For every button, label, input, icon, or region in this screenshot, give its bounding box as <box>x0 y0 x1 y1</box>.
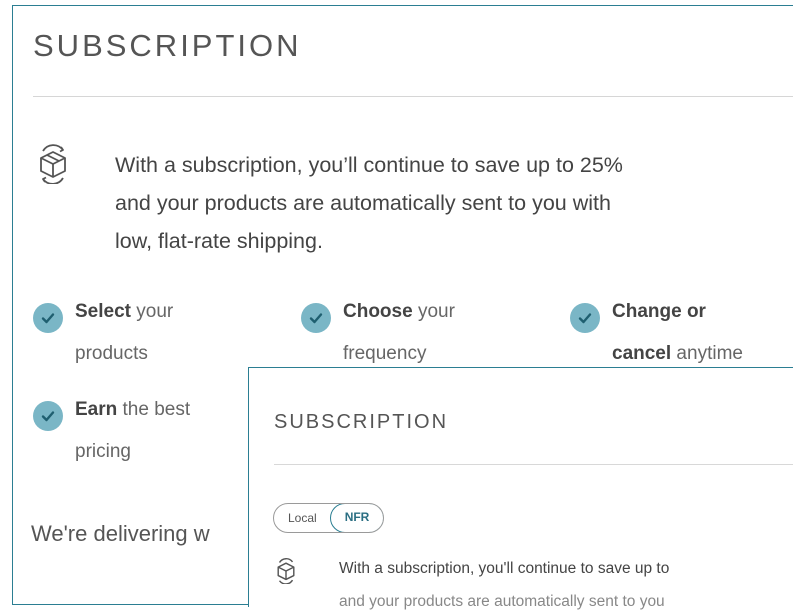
check-circle-icon <box>570 303 600 333</box>
intro-line: and your products are automatically sent… <box>115 191 611 215</box>
benefit-text: your <box>412 301 455 322</box>
intro-line: low, flat-rate shipping. <box>115 229 323 253</box>
intro-line: With a subscription, you’ll continue to … <box>115 153 623 177</box>
benefit-text: the best <box>117 399 191 420</box>
inset-intro-text: With a subscription, you'll continue to … <box>339 560 670 577</box>
inset-divider <box>274 464 793 465</box>
inset-title: SUBSCRIPTION <box>274 411 449 433</box>
local-nfr-toggle[interactable]: Local NFR <box>273 503 385 533</box>
benefit-choose-frequency: Choose your frequency <box>301 291 455 375</box>
delivering-text: We're delivering w <box>31 521 210 546</box>
benefit-text: products <box>75 343 148 364</box>
inset-intro-text-partial: and your products are automatically sent… <box>339 593 665 610</box>
toggle-option-local[interactable]: Local <box>274 504 331 532</box>
inset-subscription-panel: SUBSCRIPTION Local NFR With a subscripti… <box>248 367 793 610</box>
benefit-text: pricing <box>75 441 131 462</box>
benefit-bold: Select <box>75 301 131 322</box>
benefit-text: your <box>130 301 174 322</box>
benefit-bold: Choose <box>343 301 413 322</box>
subscription-intro: With a subscription, you’ll continue to … <box>115 146 793 260</box>
toggle-option-nfr[interactable]: NFR <box>329 504 384 532</box>
benefit-text: anytime <box>671 343 743 364</box>
box-subscription-icon <box>40 144 66 184</box>
benefit-select-products: Select your products <box>33 291 173 375</box>
benefit-earn-pricing: Earn the best pricing <box>33 389 190 473</box>
benefit-bold: Change or <box>612 301 706 322</box>
benefit-bold: cancel <box>612 343 672 364</box>
check-circle-icon <box>301 303 331 333</box>
box-subscription-icon <box>277 558 295 584</box>
check-circle-icon <box>33 303 63 333</box>
check-circle-icon <box>33 401 63 431</box>
divider <box>33 96 793 97</box>
page-title: SUBSCRIPTION <box>33 28 302 63</box>
benefit-bold: Earn <box>75 399 118 420</box>
benefit-change-cancel: Change or cancel anytime <box>570 291 743 375</box>
